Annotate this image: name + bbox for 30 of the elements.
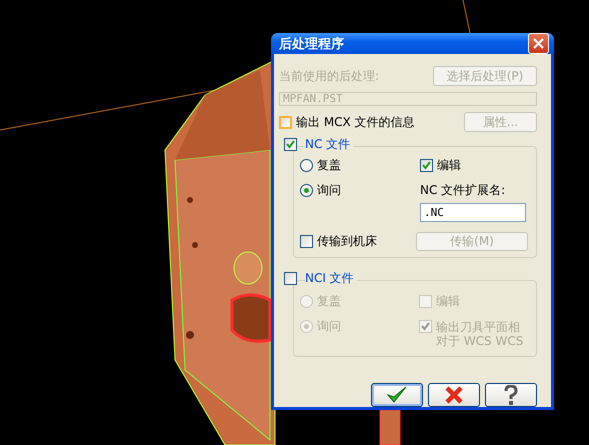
group-title: NCI 文件 bbox=[305, 270, 357, 287]
radio-label: 询问 bbox=[317, 182, 341, 199]
radio-button[interactable] bbox=[300, 184, 313, 197]
help-icon bbox=[504, 385, 518, 405]
window-title: 后处理程序 bbox=[279, 36, 344, 52]
cancel-icon bbox=[445, 386, 463, 404]
help-button[interactable] bbox=[485, 383, 537, 407]
checkbox-label: 编辑 bbox=[437, 157, 461, 174]
checkbox[interactable] bbox=[279, 116, 292, 128]
checkbox[interactable] bbox=[420, 159, 433, 172]
extension-field[interactable]: .NC bbox=[420, 203, 526, 222]
checkbox-label: 输出刀具平面相对于 WCS WCS bbox=[436, 320, 524, 348]
extension-label: NC 文件扩展名: bbox=[420, 182, 506, 199]
radio-button[interactable] bbox=[300, 159, 313, 172]
checkbox-label: 编辑 bbox=[436, 293, 460, 310]
ok-button[interactable] bbox=[371, 383, 423, 407]
checkbox[interactable] bbox=[284, 138, 297, 151]
radio-label: 复盖 bbox=[317, 157, 341, 174]
radio-label: 询问 bbox=[317, 318, 341, 335]
checkbox[interactable] bbox=[300, 235, 313, 248]
radio-label: 复盖 bbox=[317, 293, 341, 310]
checkmark-icon bbox=[387, 386, 407, 404]
close-icon bbox=[533, 38, 544, 49]
checkbox-label: 输出 MCX 文件的信息 bbox=[296, 114, 415, 130]
group-title: NC 文件 bbox=[305, 136, 354, 153]
cancel-button[interactable] bbox=[428, 383, 480, 407]
current-post-label: 当前使用的后处理: bbox=[279, 68, 380, 84]
checkbox-label: 传输到机床 bbox=[317, 233, 377, 250]
send-button[interactable]: 传输(M) bbox=[416, 232, 528, 251]
close-button[interactable] bbox=[528, 33, 549, 54]
